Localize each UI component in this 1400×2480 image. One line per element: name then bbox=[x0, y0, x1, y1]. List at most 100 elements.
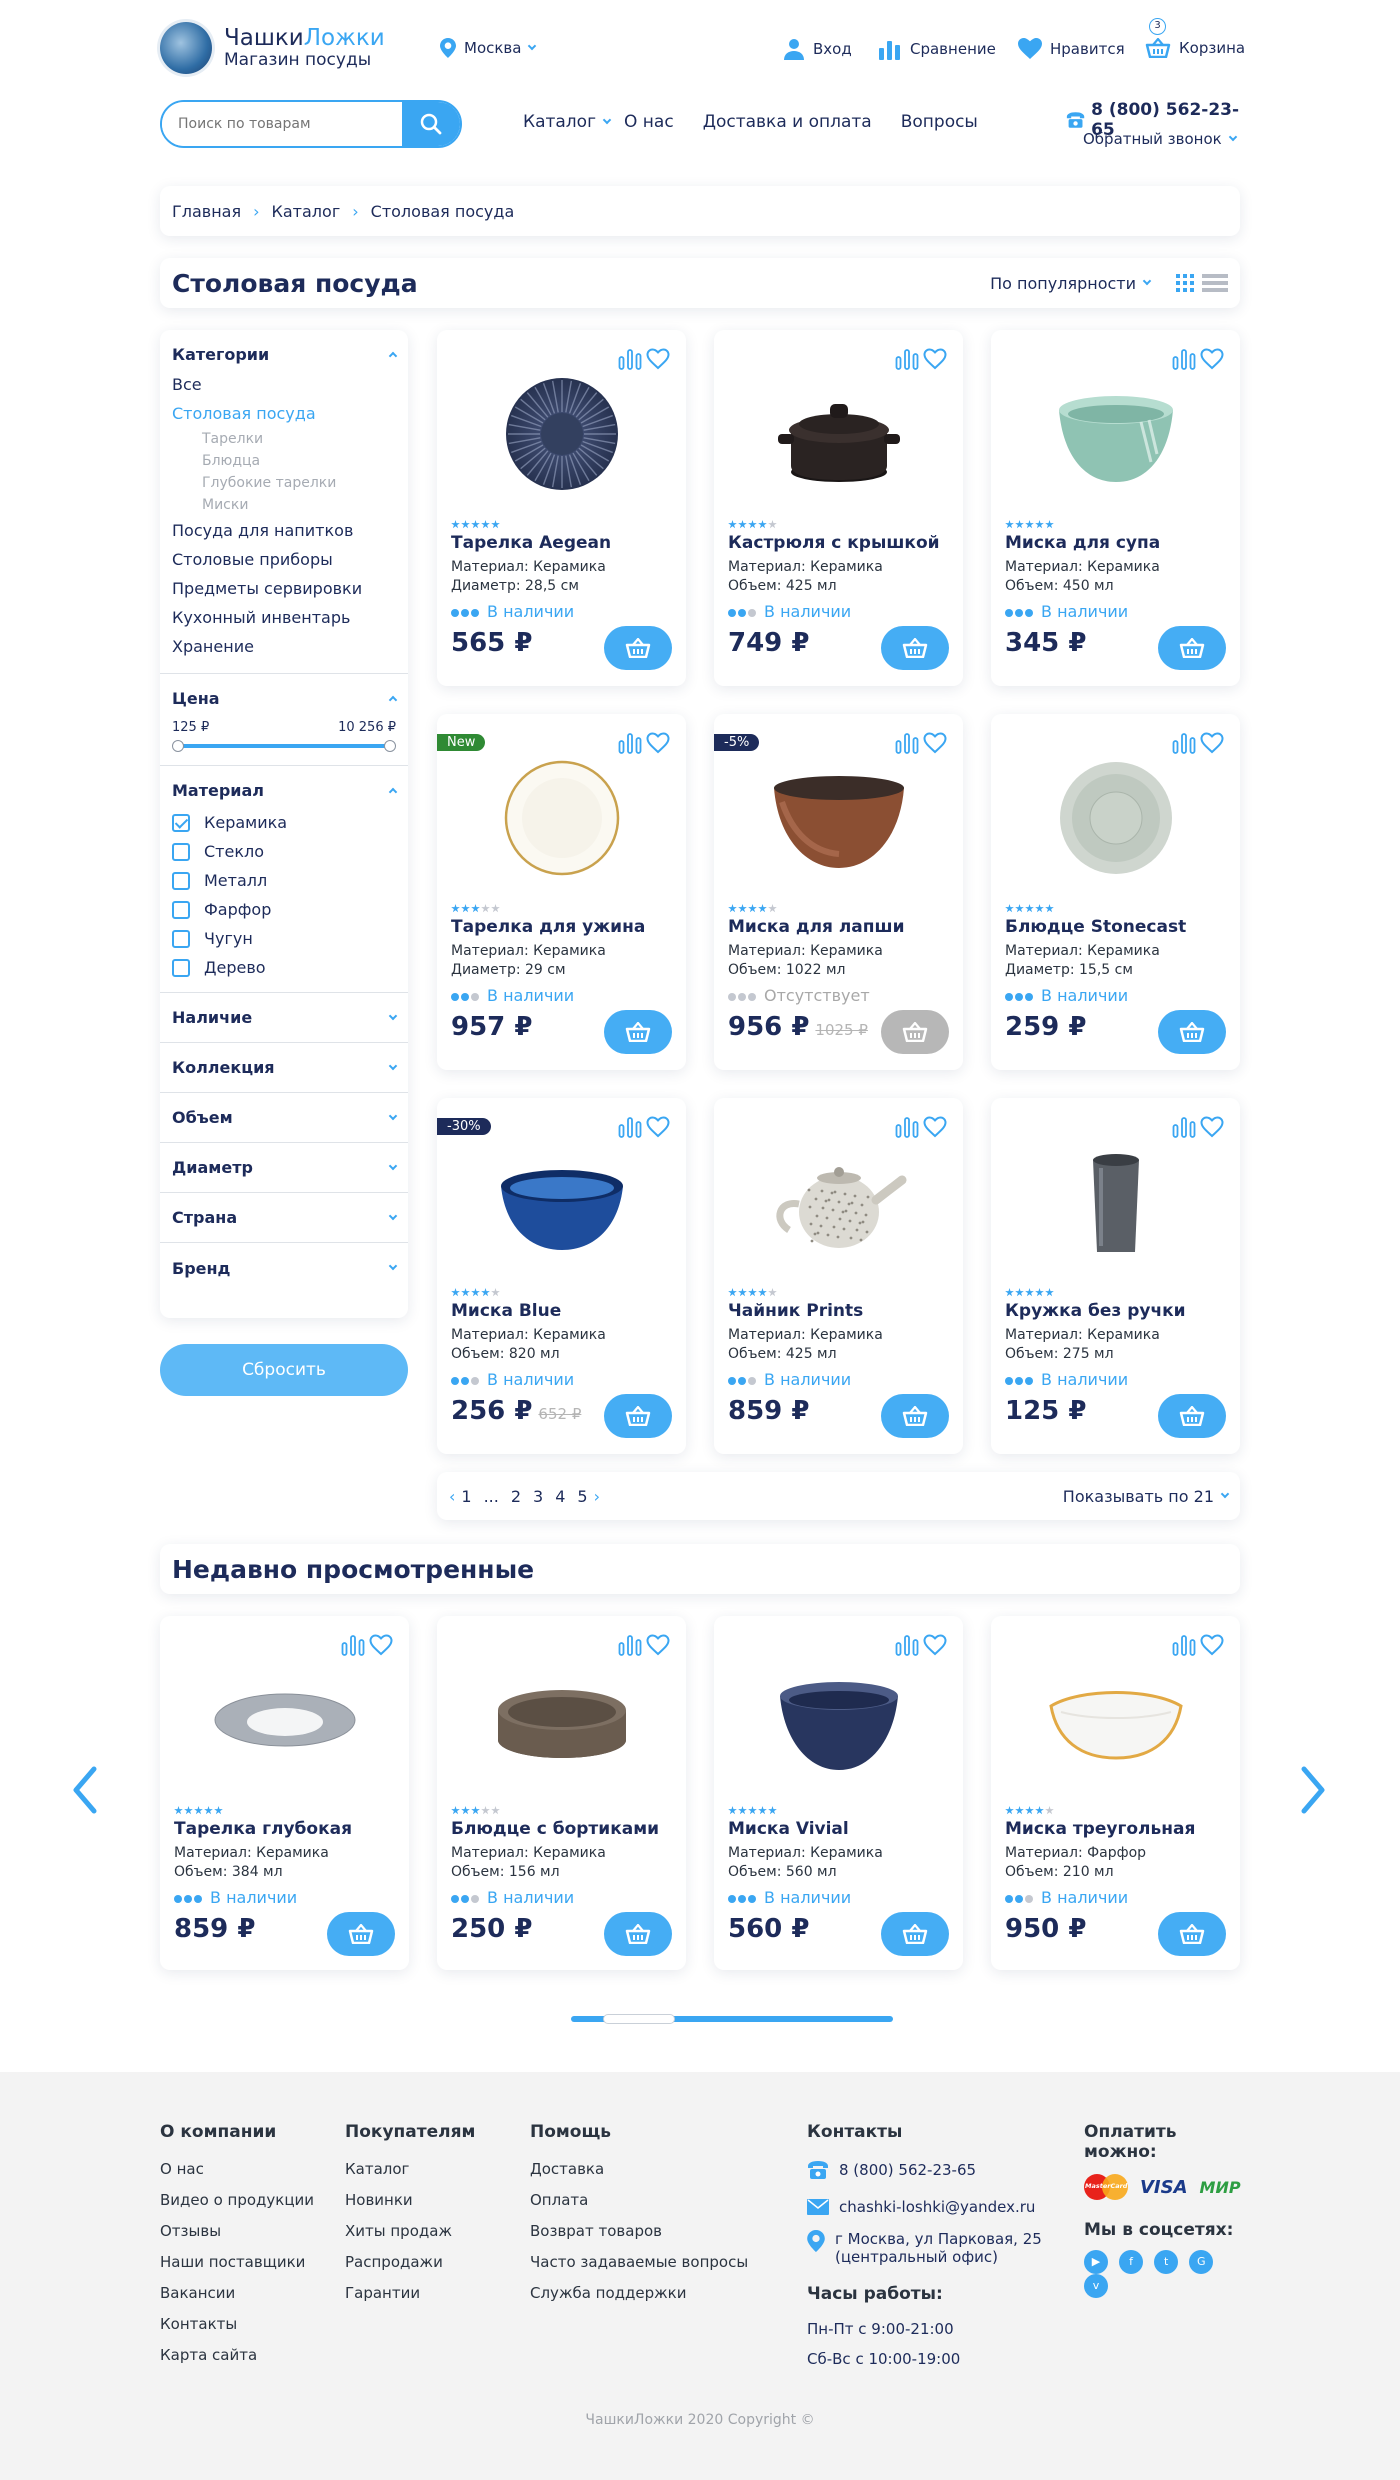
subcategory-item[interactable]: Блюдца bbox=[172, 450, 396, 472]
page-link[interactable]: 1 bbox=[461, 1487, 471, 1506]
favorite-toggle-icon[interactable] bbox=[1200, 1116, 1224, 1142]
compare-toggle-icon[interactable] bbox=[618, 348, 642, 374]
favorites-link[interactable]: Нравится bbox=[1018, 38, 1125, 59]
category-item[interactable]: Кухонный инвентарь bbox=[172, 603, 396, 632]
footer-link[interactable]: Видео о продукции bbox=[160, 2185, 314, 2216]
category-item[interactable]: Столовые приборы bbox=[172, 545, 396, 574]
checkbox[interactable] bbox=[172, 958, 190, 977]
add-to-cart-button[interactable] bbox=[1158, 1394, 1226, 1438]
product-name[interactable]: Кастрюля с крышкой bbox=[728, 533, 940, 553]
material-option[interactable]: Стекло bbox=[172, 837, 396, 866]
youtube-icon[interactable]: ▶ bbox=[1084, 2250, 1108, 2274]
nav-about[interactable]: О нас bbox=[624, 112, 674, 132]
carousel-next-arrow[interactable] bbox=[1298, 1765, 1328, 1815]
callback-link[interactable]: Обратный звонок bbox=[1083, 130, 1237, 148]
product-name[interactable]: Миска для лапши bbox=[728, 917, 904, 937]
product-card[interactable]: Тарелка глубокая Материал: Керамика Объем:… bbox=[160, 1616, 409, 1970]
product-image[interactable] bbox=[210, 1660, 360, 1780]
filter-section-collapsed[interactable]: Бренд bbox=[160, 1243, 408, 1293]
logo[interactable]: ЧашкиЛожки Магазин посуды bbox=[160, 20, 400, 76]
product-image[interactable] bbox=[487, 1142, 637, 1262]
footer-link[interactable]: Служба поддержки bbox=[530, 2278, 748, 2309]
favorite-toggle-icon[interactable] bbox=[646, 732, 670, 758]
add-to-cart-button[interactable] bbox=[1158, 1912, 1226, 1956]
product-card[interactable]: Миска для супа Материал: Керамика Объем: 4… bbox=[991, 330, 1240, 686]
carousel-scrollbar-thumb[interactable] bbox=[603, 2014, 676, 2024]
compare-toggle-icon[interactable] bbox=[618, 732, 642, 758]
favorite-toggle-icon[interactable] bbox=[923, 732, 947, 758]
prev-page-arrow[interactable]: ‹ bbox=[449, 1487, 455, 1506]
favorite-toggle-icon[interactable] bbox=[369, 1634, 393, 1660]
compare-toggle-icon[interactable] bbox=[1172, 1634, 1196, 1660]
product-card[interactable]: Кружка без ручки Материал: Керамика Объем:… bbox=[991, 1098, 1240, 1454]
add-to-cart-button[interactable] bbox=[1158, 626, 1226, 670]
compare-toggle-icon[interactable] bbox=[1172, 348, 1196, 374]
footer-link[interactable]: Наши поставщики bbox=[160, 2247, 314, 2278]
add-to-cart-button[interactable] bbox=[327, 1912, 395, 1956]
login-link[interactable]: Вход bbox=[783, 38, 852, 60]
filter-section-collapsed[interactable]: Коллекция bbox=[160, 1043, 408, 1093]
compare-toggle-icon[interactable] bbox=[1172, 732, 1196, 758]
footer-email[interactable]: chashki-loshki@yandex.ru bbox=[807, 2198, 1067, 2216]
add-to-cart-button[interactable] bbox=[604, 1010, 672, 1054]
cart-link[interactable]: 3 Корзина bbox=[1145, 18, 1245, 62]
category-item[interactable]: Посуда для напитков bbox=[172, 516, 396, 545]
add-to-cart-button[interactable] bbox=[604, 1912, 672, 1956]
favorite-toggle-icon[interactable] bbox=[923, 348, 947, 374]
product-name[interactable]: Чайник Prints bbox=[728, 1301, 863, 1321]
category-item[interactable]: Хранение bbox=[172, 632, 396, 661]
breadcrumb-catalog[interactable]: Каталог bbox=[272, 202, 341, 221]
product-card[interactable]: Блюдце с бортиками Материал: Керамика Объе… bbox=[437, 1616, 686, 1970]
compare-toggle-icon[interactable] bbox=[618, 1634, 642, 1660]
filter-section-collapsed[interactable]: Наличие bbox=[160, 993, 408, 1043]
add-to-cart-button[interactable] bbox=[881, 1394, 949, 1438]
price-slider[interactable] bbox=[172, 739, 396, 753]
product-image[interactable] bbox=[1041, 758, 1191, 878]
carousel-scrollbar[interactable] bbox=[571, 2014, 893, 2024]
add-to-cart-button[interactable] bbox=[881, 1912, 949, 1956]
checkbox[interactable] bbox=[172, 842, 190, 861]
material-option[interactable]: Металл bbox=[172, 866, 396, 895]
favorite-toggle-icon[interactable] bbox=[1200, 348, 1224, 374]
product-image[interactable] bbox=[1041, 1660, 1191, 1780]
footer-link[interactable]: Возврат товаров bbox=[530, 2216, 748, 2247]
product-name[interactable]: Кружка без ручки bbox=[1005, 1301, 1186, 1321]
per-page-dropdown[interactable]: Показывать по 21 bbox=[1063, 1487, 1230, 1506]
categories-header[interactable]: Категории bbox=[172, 342, 398, 366]
product-name[interactable]: Тарелка Aegean bbox=[451, 533, 611, 553]
product-card[interactable]: -30% Миска Blue Материал: Керамика Объем: 8… bbox=[437, 1098, 686, 1454]
compare-toggle-icon[interactable] bbox=[895, 1634, 919, 1660]
product-image[interactable] bbox=[764, 1660, 914, 1780]
product-image[interactable] bbox=[1041, 1142, 1191, 1262]
footer-link[interactable]: Доставка bbox=[530, 2154, 748, 2185]
product-card[interactable]: Кастрюля с крышкой Материал: Керамика Объе… bbox=[714, 330, 963, 686]
footer-link[interactable]: Часто задаваемые вопросы bbox=[530, 2247, 748, 2278]
compare-link[interactable]: Сравнение bbox=[878, 38, 996, 60]
product-card[interactable]: Тарелка Aegean Материал: Керамика Диаметр:… bbox=[437, 330, 686, 686]
page-link[interactable]: 4 bbox=[555, 1487, 565, 1506]
checkbox[interactable] bbox=[172, 900, 190, 919]
product-image[interactable] bbox=[764, 374, 914, 494]
footer-link[interactable]: Гарантии bbox=[345, 2278, 475, 2309]
favorite-toggle-icon[interactable] bbox=[923, 1634, 947, 1660]
favorite-toggle-icon[interactable] bbox=[646, 348, 670, 374]
material-option[interactable]: Чугун bbox=[172, 924, 396, 953]
filter-section-collapsed[interactable]: Диаметр bbox=[160, 1143, 408, 1193]
facebook-icon[interactable]: f bbox=[1119, 2250, 1144, 2274]
footer-link[interactable]: Каталог bbox=[345, 2154, 475, 2185]
footer-link[interactable]: Контакты bbox=[160, 2309, 314, 2340]
product-name[interactable]: Миска треугольная bbox=[1005, 1819, 1195, 1839]
footer-link[interactable]: Новинки bbox=[345, 2185, 475, 2216]
nav-delivery[interactable]: Доставка и оплата bbox=[703, 112, 872, 132]
sort-dropdown[interactable]: По популярности bbox=[990, 274, 1152, 293]
material-option[interactable]: Керамика bbox=[172, 808, 396, 837]
search-button[interactable] bbox=[402, 102, 460, 146]
product-image[interactable] bbox=[487, 1660, 637, 1780]
footer-phone[interactable]: 8 (800) 562-23-65 bbox=[807, 2160, 1067, 2180]
price-slider-handle-max[interactable] bbox=[384, 740, 396, 752]
add-to-cart-button[interactable] bbox=[604, 1394, 672, 1438]
checkbox[interactable] bbox=[172, 871, 190, 890]
footer-link[interactable]: Оплата bbox=[530, 2185, 748, 2216]
list-view-toggle[interactable] bbox=[1202, 274, 1228, 292]
footer-link[interactable]: О нас bbox=[160, 2154, 314, 2185]
